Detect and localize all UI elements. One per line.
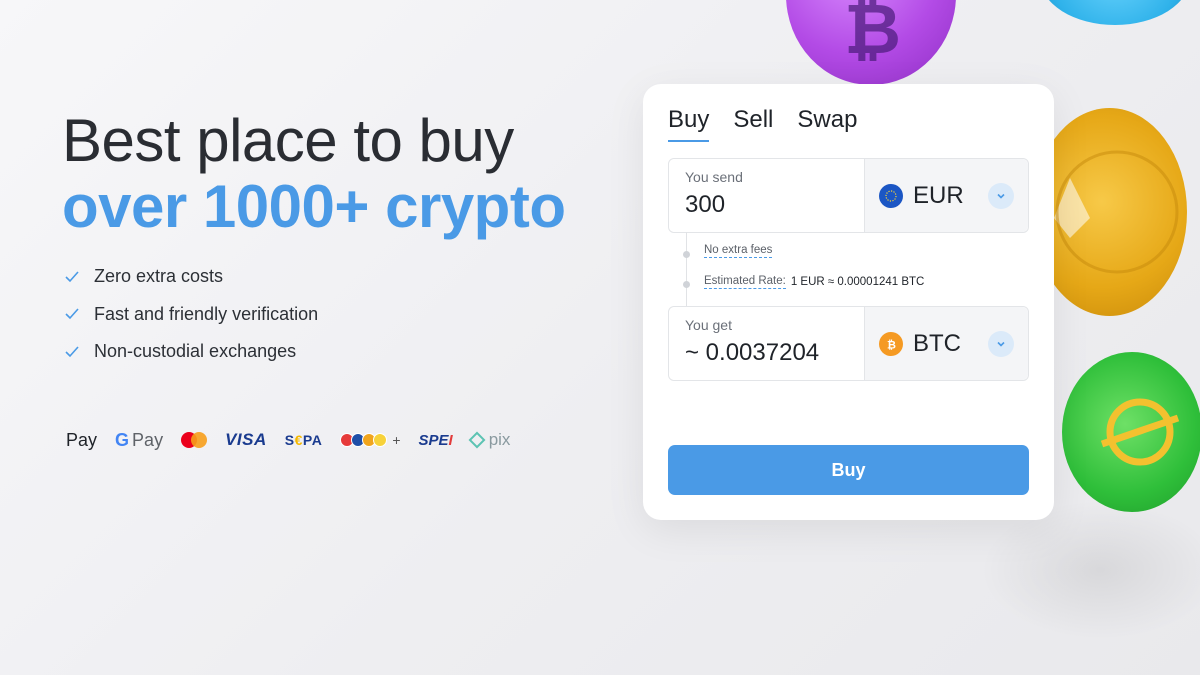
hero-heading: Best place to buy over 1000+ crypto: [62, 108, 622, 240]
estimated-rate-link[interactable]: Estimated Rate:: [704, 275, 786, 289]
check-icon: [65, 346, 79, 357]
pix-label: pix: [488, 430, 511, 449]
chevron-down-icon[interactable]: [988, 182, 1014, 209]
bank-logos: +: [340, 432, 401, 448]
pix-icon: [468, 431, 486, 449]
hero-subtitle: over 1000+ crypto: [62, 173, 566, 240]
google-g-icon: G: [115, 429, 130, 450]
get-currency-select[interactable]: ₿ BTC: [864, 307, 1028, 380]
spei-logo: SPE I: [419, 432, 453, 449]
sepa-right: PA: [302, 432, 323, 448]
bitcoin-coin-decoration: ₿: [786, 0, 956, 85]
pix-logo: pix: [468, 430, 511, 450]
info-connector: [686, 232, 687, 306]
mastercard-icon: [181, 432, 208, 448]
coin-shadow: [980, 500, 1200, 640]
get-amount-area: You get: [669, 307, 864, 380]
blue-coin-decoration: [1040, 0, 1190, 25]
stellar-coin-decoration: [1062, 352, 1200, 512]
payment-methods: Pay G Pay VISA S € PA + SPE I pix: [64, 426, 528, 454]
google-pay-label: Pay: [132, 429, 164, 450]
tab-swap[interactable]: Swap: [797, 106, 857, 142]
exchange-info: No extra fees Estimated Rate: 1 EUR ≈ 0.…: [683, 232, 1023, 306]
get-currency-code: BTC: [913, 329, 961, 357]
get-label: You get: [685, 317, 732, 333]
sepa-logo: S € PA: [285, 432, 323, 448]
spei-right: I: [448, 431, 453, 449]
get-amount-input[interactable]: [685, 339, 845, 367]
apple-pay-label: Pay: [66, 429, 98, 450]
exchange-widget: Buy Sell Swap You send EUR No extra fees: [643, 84, 1054, 520]
spei-left: SPE: [418, 431, 449, 449]
rate-value: 1 EUR ≈ 0.00001241 BTC: [790, 276, 925, 288]
feature-label: Fast and friendly verification: [94, 303, 319, 324]
feature-item: Non-custodial exchanges: [64, 333, 318, 371]
bank-icons: [340, 433, 388, 447]
send-amount-area: You send: [669, 159, 864, 232]
visa-logo: VISA: [225, 430, 267, 449]
check-icon: [65, 308, 79, 320]
mastercard-logo: [181, 432, 208, 448]
sepa-euro: €: [294, 432, 303, 448]
bitcoin-icon: ₿: [879, 331, 903, 356]
tab-sell[interactable]: Sell: [733, 106, 773, 142]
bank-plus: +: [392, 432, 401, 448]
svg-text:₿: ₿: [844, 0, 901, 70]
get-field: You get ₿ BTC: [668, 306, 1029, 381]
feature-label: Zero extra costs: [94, 266, 224, 287]
tab-buy[interactable]: Buy: [668, 106, 710, 142]
apple-pay-logo: Pay: [64, 430, 97, 451]
svg-text:₿: ₿: [887, 338, 896, 351]
send-field: You send EUR: [668, 158, 1029, 233]
send-currency-select[interactable]: EUR: [864, 159, 1028, 232]
send-currency-code: EUR: [913, 181, 964, 209]
widget-tabs: Buy Sell Swap: [668, 106, 881, 142]
feature-list: Zero extra costs Fast and friendly verif…: [64, 258, 318, 371]
rate-row: Estimated Rate: 1 EUR ≈ 0.00001241 BTC: [704, 275, 924, 289]
eu-flag-icon: [879, 183, 903, 208]
ethereum-coin-decoration: [1032, 108, 1187, 316]
feature-item: Zero extra costs: [64, 258, 318, 296]
google-pay-logo: G Pay: [115, 430, 163, 451]
no-extra-fees-link[interactable]: No extra fees: [704, 244, 773, 258]
send-amount-input[interactable]: [685, 191, 845, 219]
info-dot: [683, 251, 690, 258]
chevron-down-icon[interactable]: [988, 330, 1014, 357]
feature-label: Non-custodial exchanges: [94, 341, 297, 362]
fees-row: No extra fees: [704, 244, 773, 258]
sepa-left: S: [284, 432, 295, 448]
hero-title: Best place to buy: [62, 107, 514, 174]
buy-button[interactable]: Buy: [668, 445, 1029, 495]
check-icon: [65, 271, 79, 282]
info-dot: [683, 281, 690, 288]
feature-item: Fast and friendly verification: [64, 296, 318, 334]
send-label: You send: [685, 169, 743, 185]
